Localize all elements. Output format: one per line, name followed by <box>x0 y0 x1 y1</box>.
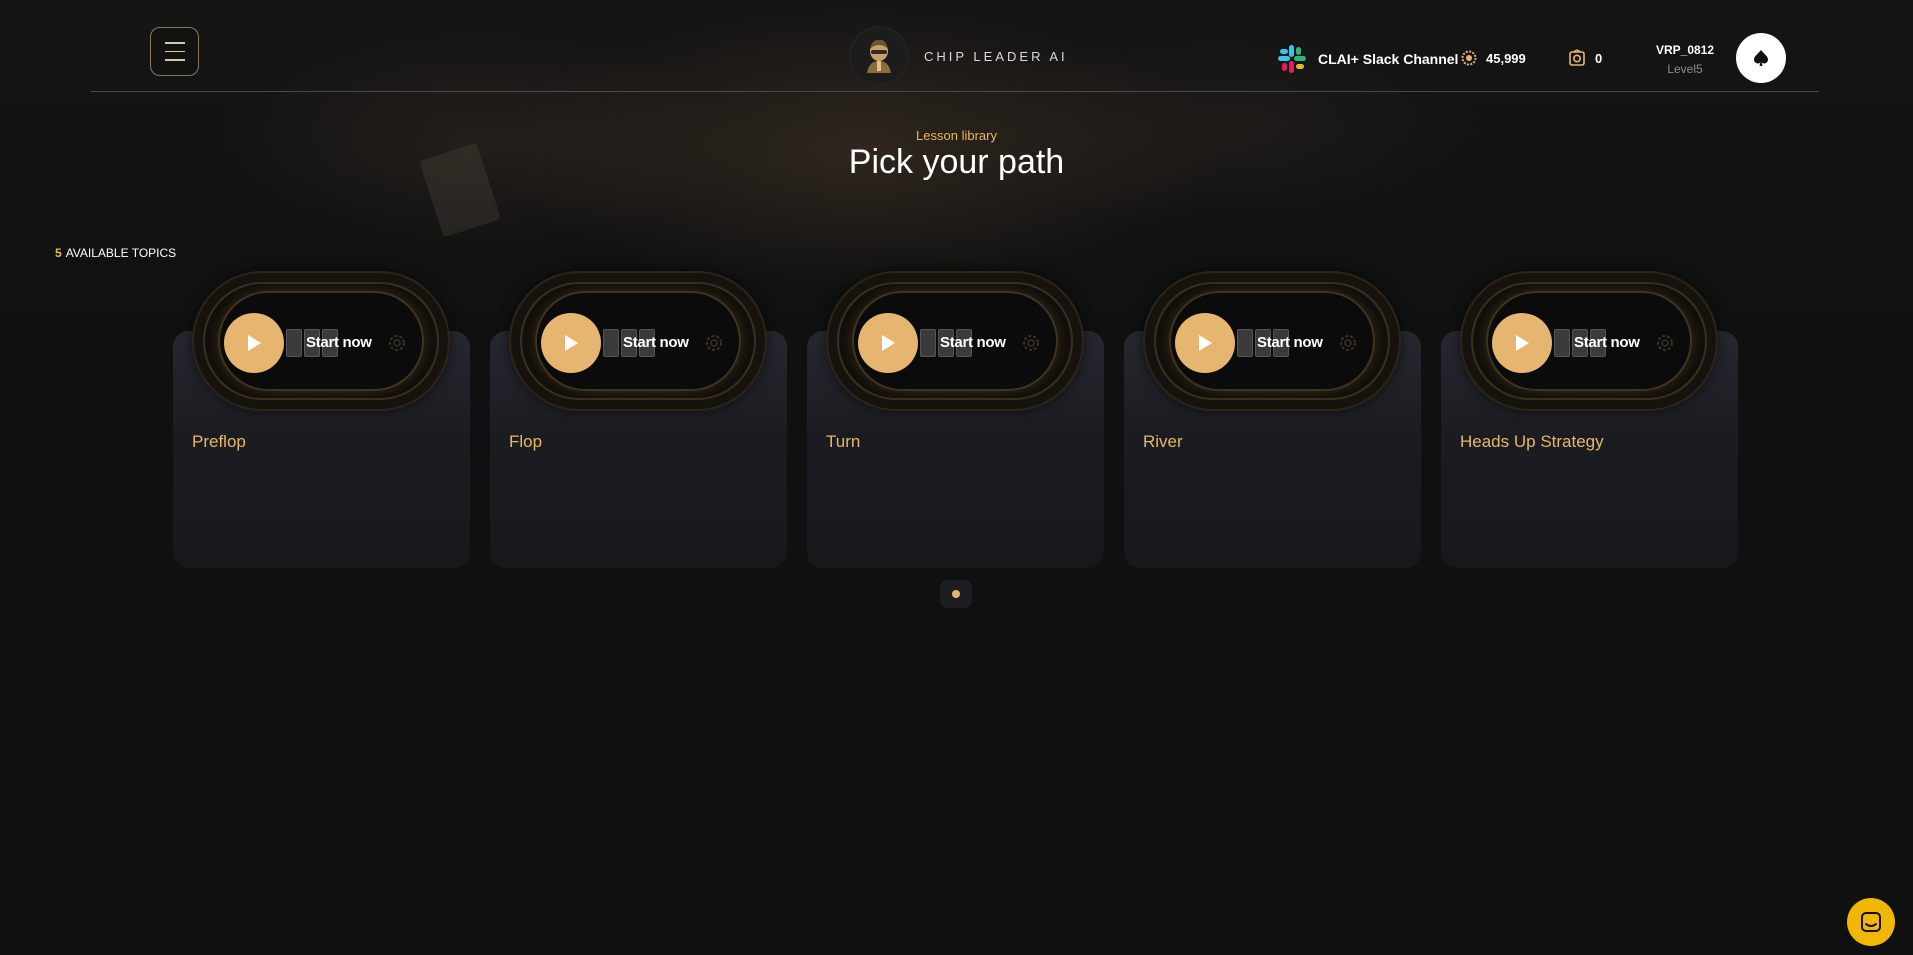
topics-count-number: 5 <box>55 246 62 260</box>
chip-icon <box>1023 335 1039 351</box>
start-now-label: Start now <box>1257 334 1323 351</box>
start-lesson-river[interactable]: Start now <box>1143 271 1401 411</box>
coin-balance-value: 45,999 <box>1486 50 1526 66</box>
play-button[interactable] <box>541 313 601 373</box>
topics-count-label: AVAILABLE TOPICS <box>65 246 177 260</box>
play-button[interactable] <box>224 313 284 373</box>
brand[interactable]: CHIP LEADER AI <box>851 28 1068 84</box>
topic-card-title: River <box>1143 432 1183 451</box>
page-title: Pick your path <box>848 143 1065 181</box>
chat-icon <box>1861 912 1881 932</box>
playing-card-icon <box>920 329 936 357</box>
topic-card-title: Preflop <box>192 432 246 451</box>
spade-icon <box>1754 50 1768 66</box>
play-button[interactable] <box>1492 313 1552 373</box>
start-now-label: Start now <box>940 334 1006 351</box>
rewards-balance[interactable]: 0 <box>1568 49 1602 67</box>
start-lesson-preflop[interactable]: Start now <box>192 271 450 411</box>
start-now-label: Start now <box>623 334 689 351</box>
play-icon <box>565 335 578 351</box>
playing-card-icon <box>603 329 619 357</box>
slack-channel-label: CLAI+ Slack Channel <box>1318 51 1459 67</box>
section-eyebrow: Lesson library <box>916 128 997 143</box>
topics-count: 5 AVAILABLE TOPICS <box>55 246 176 260</box>
play-button[interactable] <box>1175 313 1235 373</box>
coin-icon <box>1461 50 1477 66</box>
playing-card-icon <box>1237 329 1253 357</box>
start-now-label: Start now <box>1574 334 1640 351</box>
playing-card-icon <box>1554 329 1570 357</box>
topic-card-title: Turn <box>826 432 861 451</box>
chip-icon <box>1657 335 1673 351</box>
brand-name: CHIP LEADER AI <box>924 48 1068 64</box>
start-lesson-heads-up-strategy[interactable]: Start now <box>1460 271 1718 411</box>
topic-card-title: Flop <box>509 432 543 451</box>
header-divider <box>91 91 1819 92</box>
chip-icon <box>389 335 405 351</box>
start-lesson-flop[interactable]: Start now <box>509 271 767 411</box>
pagination[interactable] <box>940 580 972 608</box>
rewards-icon <box>1569 49 1585 66</box>
username: VRP_0812 <box>1655 43 1715 57</box>
play-button[interactable] <box>858 313 918 373</box>
menu-button[interactable] <box>150 27 199 76</box>
pagination-dot-active[interactable] <box>952 590 960 598</box>
play-icon <box>248 335 261 351</box>
chip-icon <box>1340 335 1356 351</box>
play-icon <box>1516 335 1529 351</box>
chat-launcher-button[interactable] <box>1847 898 1895 946</box>
start-lesson-turn[interactable]: Start now <box>826 271 1084 411</box>
menu-icon-line <box>164 59 185 61</box>
chip-icon <box>706 335 722 351</box>
brand-logo-icon <box>851 28 907 84</box>
topic-card-title: Heads Up Strategy <box>1460 432 1604 451</box>
slack-icon <box>1278 45 1306 73</box>
slack-channel-link[interactable]: CLAI+ Slack Channel <box>1276 43 1458 75</box>
menu-icon-line <box>164 50 185 53</box>
avatar[interactable] <box>1736 33 1786 83</box>
coin-balance[interactable]: 45,999 <box>1461 50 1526 66</box>
menu-icon-line <box>164 42 185 44</box>
play-icon <box>882 335 895 351</box>
user-profile[interactable]: VRP_0812 Level5 <box>1655 43 1715 76</box>
rewards-value: 0 <box>1595 50 1603 66</box>
user-level: Level5 <box>1667 62 1703 76</box>
start-now-label: Start now <box>306 334 372 351</box>
playing-card-icon <box>286 329 302 357</box>
play-icon <box>1199 335 1212 351</box>
